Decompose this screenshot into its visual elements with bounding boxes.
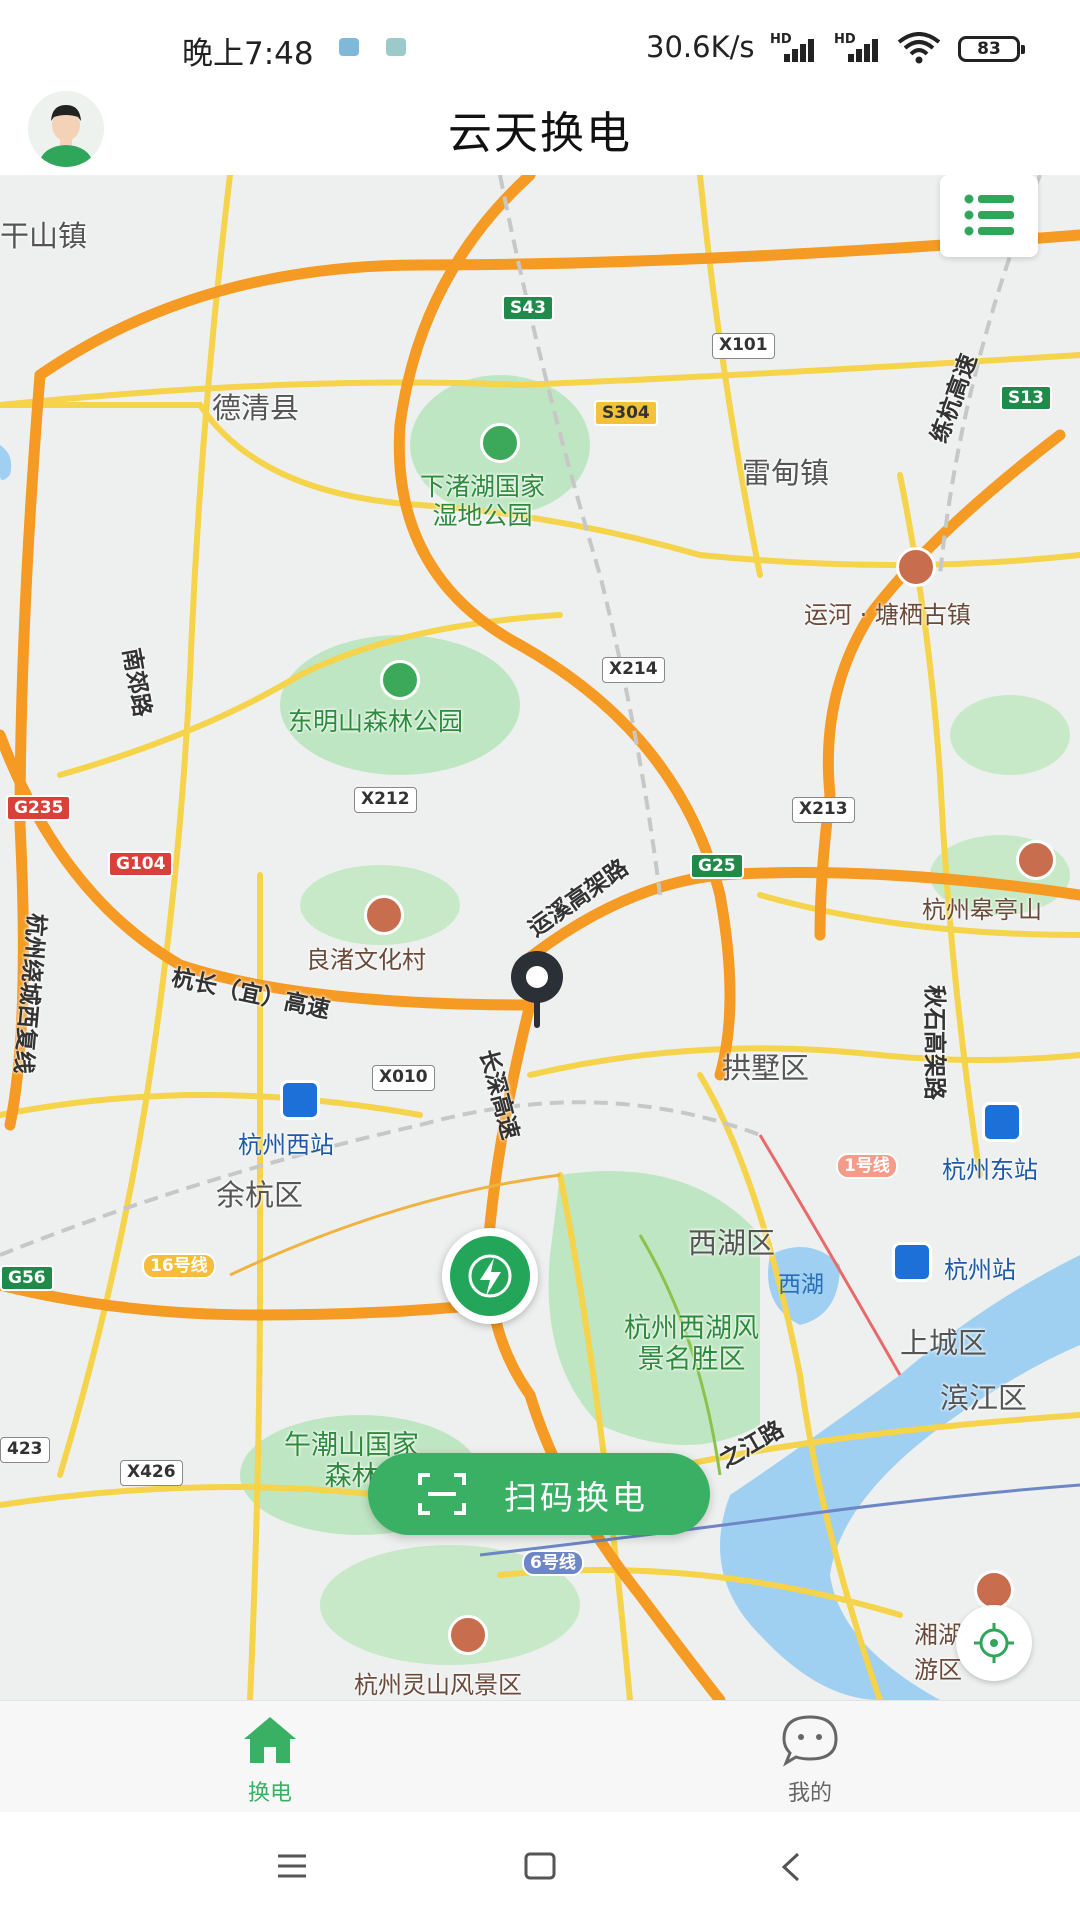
page-title: 云天换电: [448, 108, 632, 159]
scenic-icon: [364, 895, 404, 935]
metro-line-label: 1号线: [836, 1153, 898, 1179]
park-icon: [480, 423, 520, 463]
map-road-label: 秋石高架路: [921, 985, 947, 1100]
map-label: 余杭区: [216, 1178, 304, 1212]
map-water-label: 西湖: [778, 1272, 824, 1298]
road-shield: X426: [120, 1460, 183, 1486]
lightning-icon: [468, 1254, 512, 1298]
wifi-icon: [897, 32, 941, 64]
status-bar: 晚上7:48 30.6K/s HD HD 83: [0, 0, 1080, 95]
map-park-label: 东明山森林公园: [288, 707, 464, 736]
system-navigation-bar: [0, 1812, 1080, 1920]
home-icon: [244, 1717, 296, 1763]
map-station-label: 杭州东站: [942, 1156, 1038, 1184]
scan-swap-button[interactable]: 扫码换电: [368, 1453, 710, 1535]
tab-mine[interactable]: 我的: [660, 1701, 960, 1813]
road-shield: X214: [602, 657, 665, 683]
home-square-icon[interactable]: [524, 1852, 556, 1880]
road-shield: X101: [712, 333, 775, 359]
list-icon: [964, 194, 1014, 236]
map-station-label: 杭州西站: [238, 1131, 334, 1159]
chat-face-icon: [782, 1715, 838, 1767]
map-park-label: 杭州西湖风 景名胜区: [624, 1313, 759, 1376]
menu-icon[interactable]: [276, 1852, 308, 1880]
status-time: 晚上7:48: [182, 36, 314, 72]
map-label: 滨江区: [940, 1381, 1028, 1415]
map-label: 干山镇: [0, 219, 88, 253]
gallery-app-icon: [386, 38, 406, 56]
road-shield: G104: [108, 851, 174, 877]
charging-station-marker[interactable]: [442, 1228, 538, 1324]
map-label: 西湖区: [688, 1226, 776, 1260]
road-shield: S13: [1000, 385, 1052, 411]
map-label: 上城区: [900, 1326, 988, 1360]
scenic-icon: [448, 1615, 488, 1655]
scan-label: 扫码换电: [504, 1478, 648, 1517]
road-shield: X212: [354, 787, 417, 813]
bottom-tab-bar: 换电 我的: [0, 1700, 1080, 1812]
map-poi-label: 杭州皋亭山: [922, 896, 1042, 924]
road-shield: S304: [594, 400, 658, 426]
map-poi-label: 良渚文化村: [306, 946, 426, 974]
locate-icon: [974, 1623, 1014, 1663]
road-shield: X213: [792, 797, 855, 823]
tab-swap-label: 换电: [247, 1781, 292, 1806]
locate-button[interactable]: [956, 1605, 1032, 1681]
park-icon: [380, 660, 420, 700]
scan-icon: [418, 1473, 466, 1515]
scenic-icon: [1016, 840, 1056, 880]
list-view-button[interactable]: [940, 175, 1038, 257]
tab-swap[interactable]: 换电: [120, 1701, 420, 1813]
tab-mine-label: 我的: [787, 1781, 832, 1806]
metro-line-label: 16号线: [142, 1253, 216, 1279]
train-station-icon: [982, 1102, 1022, 1142]
scenic-icon: [974, 1570, 1014, 1610]
map-label: 拱墅区: [722, 1051, 810, 1085]
location-pin-icon: [508, 950, 566, 1030]
map-poi-label: 杭州灵山风景区: [354, 1671, 522, 1699]
map-label: 德清县: [212, 391, 300, 425]
road-shield: G235: [6, 795, 72, 821]
map-station-label: 杭州站: [944, 1256, 1016, 1284]
road-shield: G56: [0, 1265, 54, 1291]
app-header: 云天换电: [0, 91, 1080, 175]
scenic-icon: [896, 547, 936, 587]
battery-icon: 83: [958, 36, 1025, 62]
map-label: 雷甸镇: [742, 456, 830, 490]
road-shield: X010: [372, 1065, 435, 1091]
metro-line-label: 6号线: [522, 1550, 584, 1576]
signal-icon: HD: [834, 32, 890, 62]
map-poi-label: 运河 · 塘栖古镇: [804, 601, 971, 629]
network-speed: 30.6K/s: [646, 30, 755, 64]
road-shield: G25: [690, 853, 744, 879]
road-shield: 423: [0, 1437, 50, 1463]
signal-icon: HD: [770, 32, 826, 62]
map-view[interactable]: 干山镇 德清县 雷甸镇 拱墅区 余杭区 西湖区 上城区 滨江区 下渚湖国家 湿地…: [0, 175, 1080, 1700]
train-station-icon: [280, 1080, 320, 1120]
road-shield: S43: [502, 295, 554, 321]
train-station-icon: [892, 1242, 932, 1282]
camera-app-icon: [339, 38, 359, 56]
back-icon[interactable]: [780, 1852, 804, 1882]
map-park-label: 下渚湖国家 湿地公园: [420, 472, 546, 530]
